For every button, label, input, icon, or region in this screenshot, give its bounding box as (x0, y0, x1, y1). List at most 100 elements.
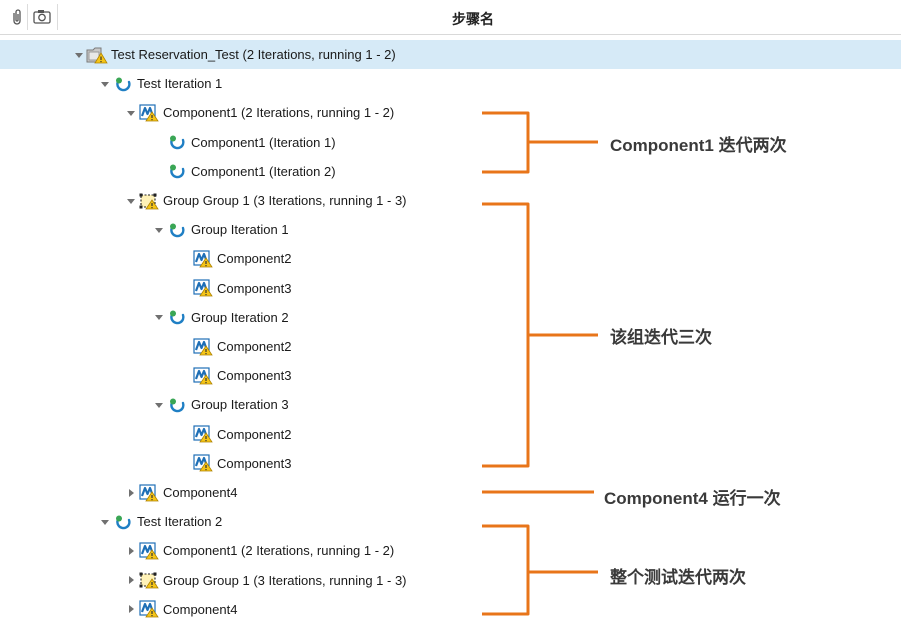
toggle-spacer (178, 281, 192, 295)
collapse-arrow-icon[interactable] (152, 310, 166, 324)
tree-node[interactable]: Component3 (178, 449, 291, 478)
tree-row-test-reservation-test-2-iterations-running-1-2[interactable]: Test Reservation_Test (2 Iterations, run… (0, 40, 901, 69)
tree-node[interactable]: Component2 (178, 420, 291, 449)
tree-node[interactable]: Test Iteration 2 (98, 507, 222, 536)
annotation-component4: Component4 运行一次 (604, 489, 781, 508)
tree-node[interactable]: Component3 (178, 274, 291, 303)
tree-node[interactable]: Component1 (2 Iterations, running 1 - 2) (124, 98, 394, 127)
component-icon (192, 249, 214, 269)
component-icon (192, 453, 214, 473)
collapse-arrow-icon[interactable] (152, 223, 166, 237)
component-icon (138, 103, 160, 123)
expand-arrow-icon[interactable] (124, 573, 138, 587)
camera-icon[interactable] (33, 9, 51, 24)
tree-node-label: Component1 (2 Iterations, running 1 - 2) (163, 105, 395, 121)
collapse-arrow-icon[interactable] (72, 48, 86, 62)
tree-row-group-group-1-3-iterations-running-1-3[interactable]: Group Group 1 (3 Iterations, running 1 -… (0, 566, 901, 595)
expand-arrow-icon[interactable] (124, 486, 138, 500)
tree-row-component3[interactable]: Component3 (0, 274, 901, 303)
toggle-spacer (178, 340, 192, 354)
tree-node-label: Component2 (217, 251, 292, 267)
tree-row-component2[interactable]: Component2 (0, 244, 901, 273)
tree-node[interactable]: Test Iteration 1 (98, 69, 222, 98)
toggle-spacer (178, 427, 192, 441)
iteration-icon (166, 161, 188, 181)
expand-arrow-icon[interactable] (124, 602, 138, 616)
annotation-test-iteration: 整个测试迭代两次 (610, 568, 746, 587)
test-folder-icon (86, 45, 108, 65)
toggle-spacer (178, 252, 192, 266)
tree-node[interactable]: Component1 (Iteration 2) (152, 157, 336, 186)
component-icon (192, 337, 214, 357)
tree-node-label: Group Iteration 3 (191, 397, 289, 413)
tree-node-label: Component2 (217, 426, 292, 442)
tree-node[interactable]: Group Group 1 (3 Iterations, running 1 -… (124, 186, 407, 215)
group-icon (138, 191, 160, 211)
tree-node[interactable]: Test Reservation_Test (2 Iterations, run… (72, 40, 396, 69)
tree-node-label: Component3 (217, 280, 292, 296)
tree-node-label: Component1 (2 Iterations, running 1 - 2) (163, 543, 395, 559)
annotation-component1: Component1 迭代两次 (610, 136, 787, 155)
tree-node-label: Test Reservation_Test (2 Iterations, run… (111, 47, 396, 62)
tree-node[interactable]: Component4 (124, 478, 237, 507)
iteration-icon (166, 395, 188, 415)
toggle-spacer (152, 164, 166, 178)
iteration-icon (166, 307, 188, 327)
tree-row-component1-iteration-2[interactable]: Component1 (Iteration 2) (0, 157, 901, 186)
tree-node-label: Test Iteration 2 (137, 514, 223, 530)
collapse-arrow-icon[interactable] (152, 398, 166, 412)
collapse-arrow-icon[interactable] (98, 515, 112, 529)
collapse-arrow-icon[interactable] (124, 106, 138, 120)
tree-node-label: Group Iteration 1 (191, 222, 289, 238)
tree-node[interactable]: Component3 (178, 361, 291, 390)
group-icon (138, 570, 160, 590)
tree-node[interactable]: Component2 (178, 244, 291, 273)
component-icon (138, 541, 160, 561)
tree-row-component3[interactable]: Component3 (0, 361, 901, 390)
tree-row-group-iteration-2[interactable]: Group Iteration 2 (0, 303, 901, 332)
tree-row-component1-2-iterations-running-1-2[interactable]: Component1 (2 Iterations, running 1 - 2) (0, 98, 901, 127)
tree-row-component1-2-iterations-running-1-2[interactable]: Component1 (2 Iterations, running 1 - 2) (0, 536, 901, 565)
tree-row-group-iteration-3[interactable]: Group Iteration 3 (0, 390, 901, 419)
iteration-icon (166, 132, 188, 152)
iteration-icon (112, 74, 134, 94)
tree-node[interactable]: Group Iteration 2 (152, 303, 289, 332)
tree-row-component2[interactable]: Component2 (0, 420, 901, 449)
toggle-spacer (178, 369, 192, 383)
toggle-spacer (178, 456, 192, 470)
tree-node-label: Component4 (163, 485, 238, 500)
tree-node-label: Group Iteration 2 (191, 309, 289, 325)
expand-arrow-icon[interactable] (124, 544, 138, 558)
tree-node-label: Component1 (Iteration 2) (191, 163, 336, 179)
tree-node-label: Group Group 1 (3 Iterations, running 1 -… (163, 193, 407, 208)
tree-row-component3[interactable]: Component3 (0, 449, 901, 478)
tree-node[interactable]: Component1 (2 Iterations, running 1 - 2) (124, 536, 394, 565)
tree-row-component2[interactable]: Component2 (0, 332, 901, 361)
collapse-arrow-icon[interactable] (124, 194, 138, 208)
tree-node-label: Component2 (217, 339, 292, 354)
paperclip-icon[interactable] (10, 9, 24, 25)
component-icon (192, 278, 214, 298)
tree-node[interactable]: Group Iteration 3 (152, 390, 289, 419)
tree-node[interactable]: Group Group 1 (3 Iterations, running 1 -… (124, 566, 407, 595)
component-icon (138, 599, 160, 619)
annotation-group: 该组迭代三次 (610, 328, 712, 347)
tree-node-label: Test Iteration 1 (137, 76, 223, 92)
tree-row-test-iteration-2[interactable]: Test Iteration 2 (0, 507, 901, 536)
tree-node-label: Component1 (Iteration 1) (191, 134, 336, 150)
iteration-icon (166, 220, 188, 240)
tree-node-label: Component4 (163, 601, 238, 617)
tree-node[interactable]: Group Iteration 1 (152, 215, 289, 244)
tree-node[interactable]: Component1 (Iteration 1) (152, 128, 336, 157)
tree-row-group-group-1-3-iterations-running-1-3[interactable]: Group Group 1 (3 Iterations, running 1 -… (0, 186, 901, 215)
tree-row-component4[interactable]: Component4 (0, 595, 901, 624)
tree-node[interactable]: Component2 (178, 332, 291, 361)
component-icon (192, 366, 214, 386)
tree-node[interactable]: Component4 (124, 595, 237, 624)
tree-row-test-iteration-1[interactable]: Test Iteration 1 (0, 69, 901, 98)
tree-node-label: Group Group 1 (3 Iterations, running 1 -… (163, 572, 407, 588)
tree-node-label: Component3 (217, 368, 292, 384)
collapse-arrow-icon[interactable] (98, 77, 112, 91)
tree-row-group-iteration-1[interactable]: Group Iteration 1 (0, 215, 901, 244)
column-title-step-name[interactable]: 步骤名 (452, 9, 494, 29)
